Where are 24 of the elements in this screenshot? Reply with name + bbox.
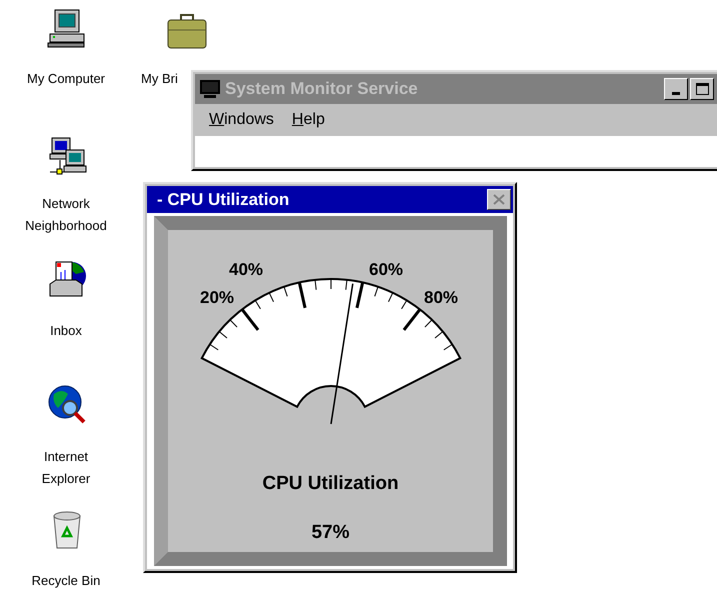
minimize-button[interactable]: [664, 78, 688, 100]
maximize-icon: [696, 83, 708, 95]
window-title: System Monitor Service: [225, 78, 418, 100]
desktop-icon-label[interactable]: My Computer: [18, 68, 114, 90]
minimize-icon: [672, 92, 680, 95]
desktop-icon-label[interactable]: Recycle Bin: [18, 570, 114, 592]
gauge-caption: CPU Utilization: [262, 472, 399, 496]
gauge-scale-label: 80%: [423, 288, 458, 307]
close-icon: [493, 194, 505, 205]
close-button[interactable]: [487, 189, 511, 210]
maximize-button[interactable]: [690, 78, 714, 100]
desktop-icon-label[interactable]: Network Neighborhood: [18, 193, 114, 237]
gauge-scale-label: 40%: [228, 260, 263, 279]
menu-item[interactable]: Help: [292, 108, 325, 132]
menu-item[interactable]: Windows: [209, 108, 274, 132]
gauge-scale-label: 20%: [199, 288, 234, 307]
desktop-icon-label[interactable]: Inbox: [18, 320, 114, 342]
gauge-reading: 57%: [311, 520, 350, 544]
desktop-icon-label[interactable]: My Bri: [141, 68, 178, 90]
globe-with-magnifier-icon[interactable]: [46, 384, 88, 426]
gauge-scale-label: 60%: [368, 260, 403, 279]
window-title: - CPU Utilization: [157, 188, 290, 211]
desktop-icon-label[interactable]: Internet Explorer: [18, 446, 114, 490]
monitor-icon: [199, 79, 221, 99]
